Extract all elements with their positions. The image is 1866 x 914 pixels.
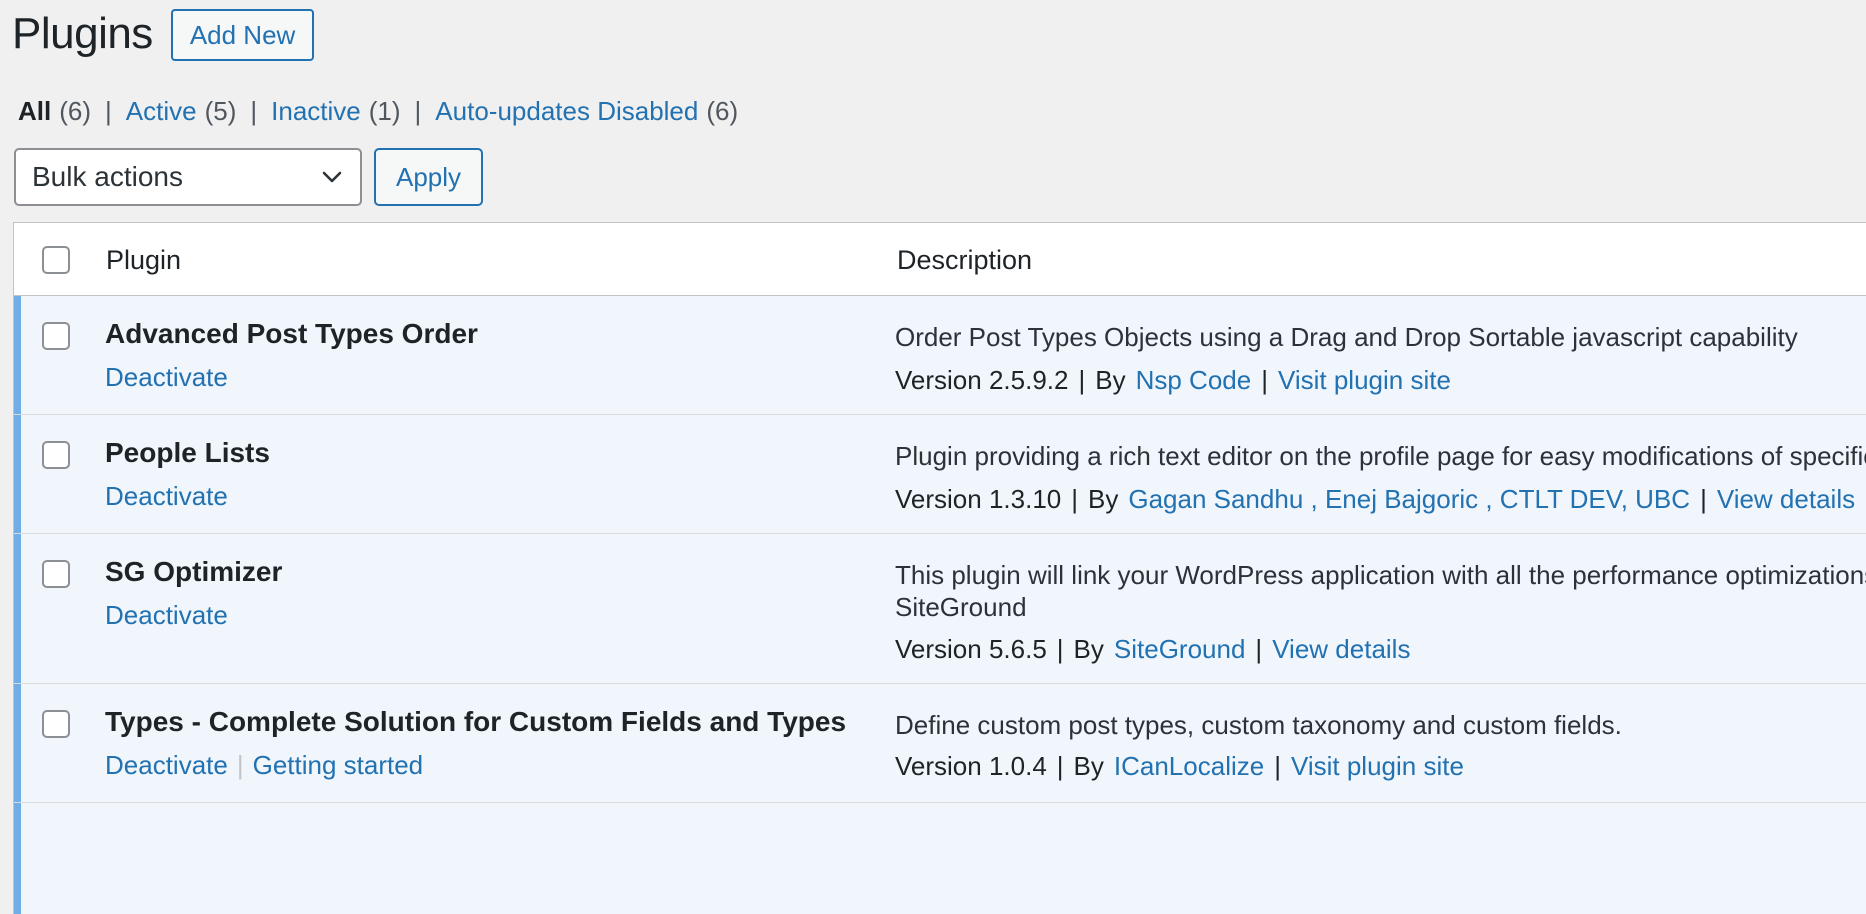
meta-separator: | — [1700, 484, 1707, 514]
filter-separator: | — [250, 96, 258, 126]
author-link[interactable]: Nsp Code — [1136, 365, 1252, 396]
deactivate-link[interactable]: Deactivate — [105, 481, 228, 512]
author-link[interactable]: ICanLocalize — [1114, 751, 1264, 782]
filter-all[interactable]: All (6) — [18, 96, 91, 127]
plugin-meta: Version 2.5.9.2 | By Nsp Code | Visit pl… — [895, 365, 1451, 396]
author-link[interactable]: Gagan Sandhu , Enej Bajgoric , CTLT DEV,… — [1128, 484, 1690, 515]
bulk-actions-value: Bulk actions — [32, 161, 183, 192]
filter-count: (1) — [368, 96, 401, 126]
deactivate-link[interactable]: Deactivate — [105, 750, 228, 781]
row-checkbox[interactable] — [42, 710, 70, 738]
plugin-name: People Lists — [105, 437, 270, 468]
column-header-plugin[interactable]: Plugin — [106, 245, 181, 276]
row-checkbox[interactable] — [42, 441, 70, 469]
table-row: SG Optimizer Deactivate This plugin will… — [14, 534, 1866, 684]
plugin-name: Advanced Post Types Order — [105, 318, 478, 349]
table-header: Plugin Description — [14, 223, 1866, 296]
deactivate-link[interactable]: Deactivate — [105, 600, 228, 631]
plugin-name: Types - Complete Solution for Custom Fie… — [105, 706, 847, 737]
filter-count: (6) — [706, 96, 739, 126]
view-details-link[interactable]: View details — [1272, 634, 1410, 665]
view-details-link[interactable]: View details — [1717, 484, 1855, 515]
row-checkbox[interactable] — [42, 322, 70, 350]
plugin-meta: Version 5.6.5 | By SiteGround | View det… — [895, 634, 1410, 665]
add-new-button[interactable]: Add New — [170, 9, 315, 61]
page-header: Plugins Add New — [12, 6, 315, 62]
row-actions: Deactivate — [105, 362, 228, 393]
filter-separator: | — [414, 96, 422, 126]
filter-label: Active — [125, 96, 197, 126]
by-label: By — [1073, 751, 1104, 781]
row-actions: Deactivate | Getting started — [105, 750, 423, 781]
bulk-actions-select[interactable]: Bulk actions — [14, 148, 362, 206]
meta-separator: | — [1056, 634, 1064, 664]
visit-plugin-site-link[interactable]: Visit plugin site — [1291, 751, 1464, 782]
plugin-meta: Version 1.0.4 | By ICanLocalize | Visit … — [895, 751, 1464, 782]
meta-separator: | — [1056, 751, 1064, 781]
table-row: People Lists Deactivate Plugin providing… — [14, 415, 1866, 534]
plugin-description-line-2: SiteGround — [895, 592, 1027, 622]
filter-label: Auto-updates Disabled — [435, 96, 699, 126]
table-row — [14, 803, 1866, 914]
filter-label: All — [18, 96, 52, 126]
meta-separator: | — [1078, 365, 1086, 395]
plugin-meta: Version 1.3.10 | By Gagan Sandhu , Enej … — [895, 484, 1855, 515]
action-separator: | — [236, 750, 244, 780]
meta-separator: | — [1261, 365, 1268, 395]
column-header-description[interactable]: Description — [897, 245, 1032, 276]
filter-separator: | — [105, 96, 112, 126]
plugin-version: Version 1.3.10 — [895, 484, 1062, 514]
filter-auto-updates-disabled[interactable]: Auto-updates Disabled (6) — [435, 96, 738, 127]
deactivate-link[interactable]: Deactivate — [105, 362, 228, 393]
filter-count: (6) — [59, 96, 92, 126]
select-all-checkbox[interactable] — [42, 246, 70, 274]
by-label: By — [1073, 634, 1104, 664]
filter-active[interactable]: Active (5) — [126, 96, 237, 127]
plugin-description: This plugin will link your WordPress app… — [895, 560, 1866, 590]
meta-separator: | — [1071, 484, 1078, 514]
author-link[interactable]: SiteGround — [1114, 634, 1246, 665]
plugins-table: Plugin Description Advanced Post Types O… — [13, 222, 1866, 914]
getting-started-link[interactable]: Getting started — [253, 750, 424, 781]
plugin-version: Version 2.5.9.2 — [895, 365, 1069, 395]
by-label: By — [1095, 365, 1126, 395]
apply-button[interactable]: Apply — [374, 148, 484, 206]
plugin-description: Define custom post types, custom taxonom… — [895, 710, 1622, 740]
plugin-description: Order Post Types Objects using a Drag an… — [895, 322, 1798, 352]
table-row: Types - Complete Solution for Custom Fie… — [14, 684, 1866, 803]
row-checkbox[interactable] — [42, 560, 70, 588]
meta-separator: | — [1255, 634, 1263, 664]
row-actions: Deactivate — [105, 600, 228, 631]
filter-label: Inactive — [271, 96, 361, 126]
plugin-name: SG Optimizer — [105, 556, 283, 587]
page-title: Plugins — [12, 9, 153, 58]
table-row: Advanced Post Types Order Deactivate Ord… — [14, 296, 1866, 415]
meta-separator: | — [1274, 751, 1281, 781]
row-actions: Deactivate — [105, 481, 228, 512]
chevron-down-icon — [322, 171, 342, 183]
visit-plugin-site-link[interactable]: Visit plugin site — [1278, 365, 1451, 396]
filter-count: (5) — [204, 96, 237, 126]
plugins-page: Plugins Add New All (6) | Active (5) | I… — [0, 0, 1866, 914]
bulk-actions-bar: Bulk actions Apply — [14, 148, 484, 206]
filter-inactive[interactable]: Inactive (1) — [271, 96, 400, 127]
status-filters: All (6) | Active (5) | Inactive (1) | Au… — [18, 96, 738, 127]
plugin-version: Version 5.6.5 — [895, 634, 1047, 664]
plugin-description: Plugin providing a rich text editor on t… — [895, 441, 1866, 471]
by-label: By — [1088, 484, 1119, 514]
plugin-version: Version 1.0.4 — [895, 751, 1047, 781]
